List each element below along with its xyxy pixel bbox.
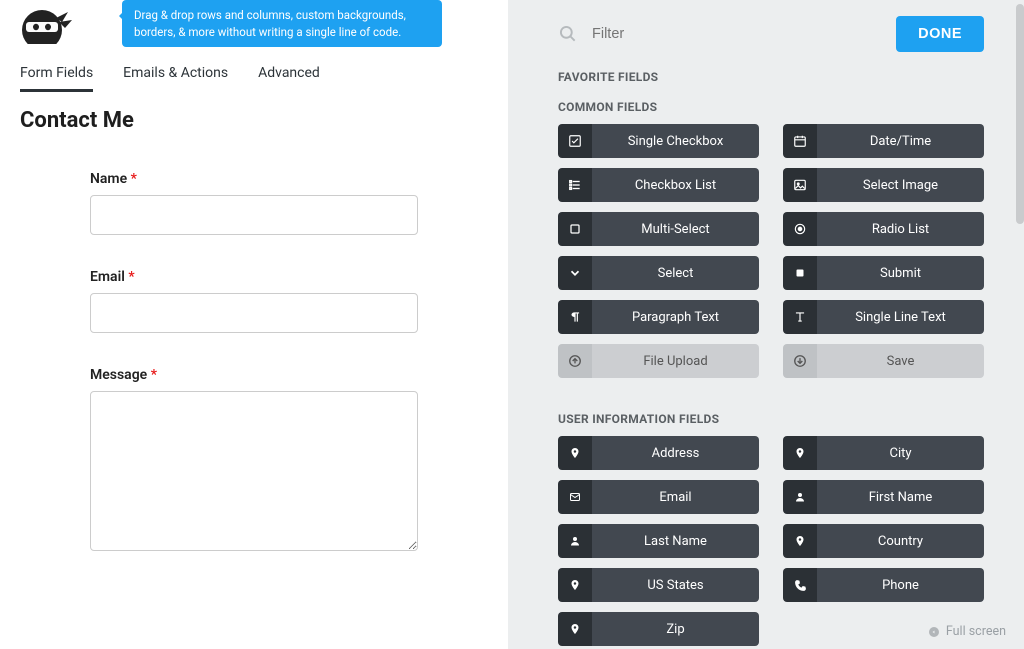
pill-label: Address — [592, 436, 759, 470]
pill-label: Submit — [817, 256, 984, 290]
list-icon — [558, 168, 592, 202]
pill-paragraph[interactable]: Paragraph Text — [558, 300, 759, 334]
required-mark: * — [131, 171, 137, 187]
tip-bubble: Drag & drop rows and columns, custom bac… — [122, 0, 442, 46]
pill-single-line[interactable]: Single Line Text — [783, 300, 984, 334]
pill-label: Country — [817, 524, 984, 558]
done-button[interactable]: DONE — [896, 16, 984, 52]
email-input[interactable] — [90, 293, 418, 333]
pin-icon — [558, 568, 592, 602]
label-text: Message — [90, 367, 147, 383]
pill-single-checkbox[interactable]: Single Checkbox — [558, 124, 759, 158]
pill-multi-select[interactable]: Multi-Select — [558, 212, 759, 246]
field-message[interactable]: Message * — [90, 367, 418, 555]
compress-icon — [928, 626, 940, 638]
required-mark: * — [151, 367, 157, 383]
user-icon — [783, 480, 817, 514]
tab-advanced[interactable]: Advanced — [258, 65, 320, 92]
pill-label: File Upload — [592, 344, 759, 378]
pill-label: Multi-Select — [592, 212, 759, 246]
scrollbar-track[interactable] — [1014, 2, 1022, 645]
section-common: COMMON FIELDS — [558, 100, 984, 114]
pill-label: US States — [592, 568, 759, 602]
pill-last-name[interactable]: Last Name — [558, 524, 759, 558]
square-filled-icon — [783, 256, 817, 290]
form-title[interactable]: Contact Me — [0, 98, 508, 139]
label-text: Email — [90, 269, 125, 285]
save-icon — [783, 344, 817, 378]
pill-date-time[interactable]: Date/Time — [783, 124, 984, 158]
section-user: USER INFORMATION FIELDS — [558, 412, 984, 426]
pill-us-states[interactable]: US States — [558, 568, 759, 602]
fullscreen-label: Full screen — [946, 624, 1006, 639]
envelope-icon — [558, 480, 592, 514]
pill-label: Select — [592, 256, 759, 290]
calendar-icon — [783, 124, 817, 158]
filter-input[interactable] — [592, 26, 882, 42]
pill-label: City — [817, 436, 984, 470]
field-name[interactable]: Name * — [90, 171, 418, 235]
radio-icon — [783, 212, 817, 246]
pin-icon — [783, 436, 817, 470]
field-name-label: Name * — [90, 171, 418, 187]
ninja-logo-icon — [12, 4, 72, 44]
pill-submit[interactable]: Submit — [783, 256, 984, 290]
tab-form-fields[interactable]: Form Fields — [20, 65, 93, 92]
pill-phone[interactable]: Phone — [783, 568, 984, 602]
pill-city[interactable]: City — [783, 436, 984, 470]
pin-icon — [558, 612, 592, 646]
pill-file-upload[interactable]: File Upload — [558, 344, 759, 378]
pill-label: Save — [817, 344, 984, 378]
pill-radio-list[interactable]: Radio List — [783, 212, 984, 246]
field-message-label: Message * — [90, 367, 418, 383]
pill-label: Radio List — [817, 212, 984, 246]
pill-label: Select Image — [817, 168, 984, 202]
text-cursor-icon — [783, 300, 817, 334]
pill-label: Zip — [592, 612, 759, 646]
pill-label: First Name — [817, 480, 984, 514]
phone-icon — [783, 568, 817, 602]
square-icon — [558, 212, 592, 246]
search-icon — [558, 24, 578, 44]
pill-label: Last Name — [592, 524, 759, 558]
field-email[interactable]: Email * — [90, 269, 418, 333]
check-square-icon — [558, 124, 592, 158]
tabs: Form Fields Emails & Actions Advanced — [0, 47, 508, 98]
pill-zip[interactable]: Zip — [558, 612, 759, 646]
scrollbar-thumb[interactable] — [1016, 4, 1024, 224]
required-mark: * — [128, 269, 134, 285]
pill-select-image[interactable]: Select Image — [783, 168, 984, 202]
pill-address[interactable]: Address — [558, 436, 759, 470]
pill-email[interactable]: Email — [558, 480, 759, 514]
pill-save[interactable]: Save — [783, 344, 984, 378]
label-text: Name — [90, 171, 127, 187]
user-icon — [558, 524, 592, 558]
paragraph-icon — [558, 300, 592, 334]
tab-emails-actions[interactable]: Emails & Actions — [123, 65, 228, 92]
name-input[interactable] — [90, 195, 418, 235]
upload-icon — [558, 344, 592, 378]
pin-icon — [783, 524, 817, 558]
fullscreen-toggle[interactable]: Full screen — [928, 624, 1006, 639]
message-input[interactable] — [90, 391, 418, 551]
pill-label: Email — [592, 480, 759, 514]
section-favorite: FAVORITE FIELDS — [558, 70, 984, 84]
image-icon — [783, 168, 817, 202]
pill-label: Phone — [817, 568, 984, 602]
field-email-label: Email * — [90, 269, 418, 285]
pill-select[interactable]: Select — [558, 256, 759, 290]
pill-label: Paragraph Text — [592, 300, 759, 334]
pill-country[interactable]: Country — [783, 524, 984, 558]
pill-label: Checkbox List — [592, 168, 759, 202]
pill-label: Single Line Text — [817, 300, 984, 334]
pill-label: Date/Time — [817, 124, 984, 158]
pill-checkbox-list[interactable]: Checkbox List — [558, 168, 759, 202]
pill-label: Single Checkbox — [592, 124, 759, 158]
pill-first-name[interactable]: First Name — [783, 480, 984, 514]
pin-icon — [558, 436, 592, 470]
chevron-down-icon — [558, 256, 592, 290]
